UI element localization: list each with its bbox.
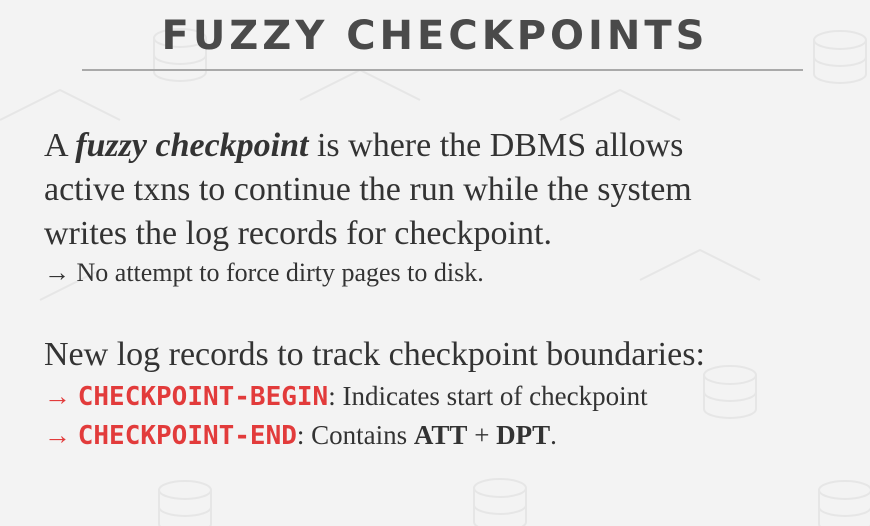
bullet-checkpoint-end: → CHECKPOINT-END: Contains ATT + DPT.: [44, 416, 864, 455]
bullet-no-force: → No attempt to force dirty pages to dis…: [44, 256, 844, 290]
page-title: FUZZY CHECKPOINTS: [161, 13, 709, 59]
period: .: [550, 420, 557, 450]
section-heading: New log records to track checkpoint boun…: [44, 336, 705, 373]
att-term: ATT: [413, 420, 468, 450]
arrow-icon: →: [44, 381, 71, 411]
code-checkpoint-begin: CHECKPOINT-BEGIN: [77, 382, 329, 412]
plus-sign: +: [467, 420, 497, 450]
paragraph-line-3: writes the log records for checkpoint.: [44, 215, 552, 252]
checkpoint-end-text: : Contains: [296, 420, 414, 450]
code-checkpoint-end: CHECKPOINT-END: [77, 421, 297, 451]
bullet-text: No attempt to force dirty pages to disk.: [76, 258, 484, 287]
paragraph-line-1: A fuzzy checkpoint is where the DBMS all…: [44, 124, 844, 168]
log-records-section: New log records to track checkpoint boun…: [44, 333, 864, 455]
bullet-checkpoint-begin: → CHECKPOINT-BEGIN: Indicates start of c…: [44, 377, 864, 416]
arrow-icon: →: [44, 258, 70, 287]
paragraph-prefix: A: [44, 127, 76, 164]
slide: FUZZY CHECKPOINTS A fuzzy checkpoint is …: [0, 0, 870, 526]
paragraph-suffix: is where the DBMS allows: [308, 127, 684, 164]
checkpoint-begin-text: : Indicates start of checkpoint: [328, 381, 648, 411]
dpt-term: DPT: [496, 420, 551, 450]
emphasis-term: fuzzy checkpoint: [75, 127, 309, 164]
definition-paragraph: A fuzzy checkpoint is where the DBMS all…: [44, 124, 844, 290]
arrow-icon: →: [44, 420, 71, 450]
title-divider: [82, 69, 803, 71]
paragraph-line-2: active txns to continue the run while th…: [44, 171, 692, 208]
